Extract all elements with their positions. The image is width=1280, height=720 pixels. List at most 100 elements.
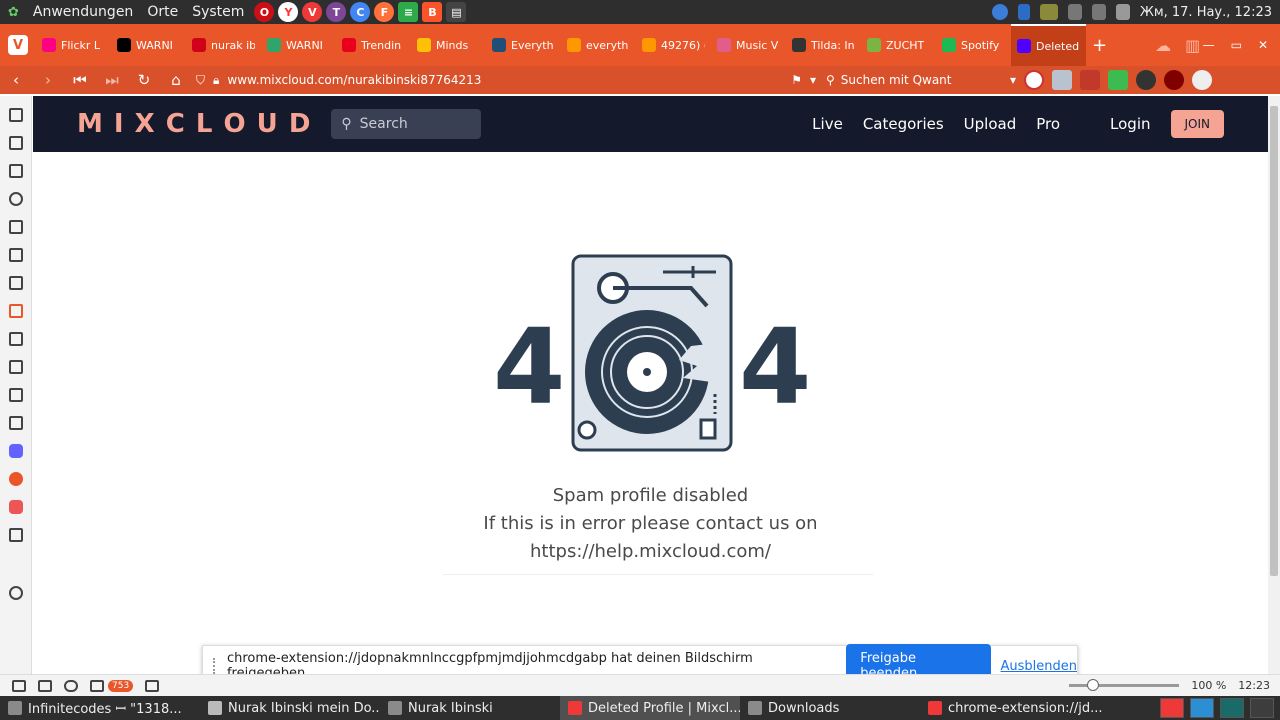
browser-tab[interactable]: Everyth	[486, 24, 561, 66]
extension-ublock-icon[interactable]	[1164, 70, 1184, 90]
firefox-launcher-icon[interactable]: F	[374, 2, 395, 22]
browser-tab[interactable]: Minds	[411, 24, 486, 66]
vivaldi-panel-icon[interactable]	[8, 472, 23, 486]
rewind-icon[interactable]: ⏮	[64, 71, 96, 89]
history-panel-icon[interactable]	[8, 192, 23, 206]
scrollbar-thumb[interactable]	[1270, 106, 1278, 576]
tasks-panel-icon[interactable]	[8, 360, 23, 374]
tor-launcher-icon[interactable]: T	[326, 2, 347, 22]
calendar-status-icon[interactable]	[145, 679, 160, 692]
search-engine-field[interactable]: ⚲ Suchen mit Qwant ▾	[826, 69, 1016, 91]
chrome-launcher-icon[interactable]: C	[350, 2, 371, 22]
nav-live[interactable]: Live	[812, 115, 843, 133]
fastforward-icon[interactable]: ⏭	[96, 71, 128, 89]
shield-icon[interactable]: ⛉	[196, 73, 205, 88]
contacts-panel-icon[interactable]	[8, 416, 23, 430]
url-dropdown-icon[interactable]: ▾	[810, 73, 816, 87]
extension-plane-icon[interactable]	[1052, 70, 1072, 90]
url-text[interactable]: www.mixcloud.com/nurakibinski87764213	[227, 73, 481, 87]
mixcloud-search-input[interactable]: ⚲ Search	[331, 109, 482, 139]
zoom-level[interactable]: 100 %	[1191, 679, 1226, 692]
bluetooth-tray-icon[interactable]	[1017, 4, 1030, 20]
join-button[interactable]: JOIN	[1170, 110, 1224, 138]
lock-icon[interactable]: 🔒︎	[213, 73, 219, 88]
browser-tab[interactable]: Tilda: In	[786, 24, 861, 66]
browser-tab[interactable]: Trendin	[336, 24, 411, 66]
browser-tab[interactable]: WARNI	[261, 24, 336, 66]
extension-green-icon[interactable]	[1108, 70, 1128, 90]
translate-panel-icon[interactable]	[8, 276, 23, 290]
mixcloud-logo[interactable]: M I X C L O U D	[77, 109, 311, 139]
extension-cloud-icon[interactable]	[1192, 70, 1212, 90]
panel-toggle-icon[interactable]	[12, 679, 26, 692]
login-link[interactable]: Login	[1110, 115, 1150, 133]
downloads-panel-icon[interactable]	[8, 164, 23, 178]
maximize-window-icon[interactable]: ▭	[1231, 38, 1242, 52]
add-panel-icon[interactable]	[8, 528, 23, 542]
browser-tab[interactable]: Flickr L	[36, 24, 111, 66]
taskbar-item[interactable]: Infinitecodes ꟷ "1318...	[0, 696, 200, 720]
browser-tab[interactable]: everyth	[561, 24, 636, 66]
nav-pro[interactable]: Pro	[1036, 115, 1060, 133]
drag-handle-icon[interactable]	[213, 658, 219, 674]
mail-status-icon[interactable]	[90, 679, 104, 692]
browser-tab[interactable]: Music V	[711, 24, 786, 66]
zoom-slider[interactable]	[1069, 679, 1180, 691]
search-dropdown-icon[interactable]: ▾	[1010, 73, 1016, 87]
display-tray-icon[interactable]	[1039, 4, 1058, 20]
zoom-slider-knob[interactable]	[1087, 679, 1100, 691]
nav-categories[interactable]: Categories	[863, 115, 944, 133]
cloud-sync-icon[interactable]: ☁	[1155, 36, 1171, 55]
browser-tab[interactable]: ZUCHT	[861, 24, 936, 66]
help-link[interactable]: https://help.mixcloud.com/	[33, 538, 1268, 566]
taskbar-item[interactable]: Deleted Profile | Mixcl...	[560, 696, 740, 720]
tile-tabs-icon[interactable]	[38, 679, 52, 692]
close-window-icon[interactable]: ✕	[1258, 38, 1268, 52]
taskbar-item[interactable]: chrome-extension://jd...	[920, 696, 1110, 720]
url-field[interactable]: ⛉ 🔒︎ www.mixcloud.com/nurakibinski877642…	[196, 69, 816, 91]
browser-tab[interactable]: nurak ib	[186, 24, 261, 66]
window-panel-icon[interactable]	[8, 248, 23, 262]
workspace-1-icon[interactable]	[1160, 698, 1184, 718]
os-logo-icon[interactable]: ✿	[8, 5, 19, 20]
editor-launcher-icon[interactable]: ≡	[398, 2, 419, 22]
vivaldi-menu-icon[interactable]: V	[8, 35, 28, 55]
vivaldi-launcher-icon[interactable]: V	[302, 2, 323, 22]
update-tray-icon[interactable]	[991, 4, 1008, 20]
volume-tray-icon[interactable]	[1067, 4, 1082, 20]
reading-list-icon[interactable]	[8, 136, 23, 150]
home-icon[interactable]: ⌂	[160, 71, 192, 89]
workspace-4-icon[interactable]	[1250, 698, 1274, 718]
feeds-panel-icon[interactable]	[8, 388, 23, 402]
menu-system[interactable]: System	[192, 4, 244, 20]
bookmarks-panel-icon[interactable]	[8, 108, 23, 122]
taskbar-item[interactable]: Nurak Ibinski mein Do...	[200, 696, 380, 720]
hide-notice-link[interactable]: Ausblenden	[1001, 659, 1078, 674]
browser-tab[interactable]: Deleted	[1011, 24, 1086, 66]
clipboard-tray-icon[interactable]	[1115, 4, 1130, 20]
sync-status-icon[interactable]	[64, 679, 78, 692]
extension-h-icon[interactable]	[1024, 70, 1044, 90]
network-tray-icon[interactable]	[1091, 4, 1106, 20]
web-panel-icon[interactable]	[8, 500, 23, 514]
system-clock[interactable]: Жм, 17. Нау., 12:23	[1140, 5, 1272, 20]
monitor-launcher-icon[interactable]: ▤	[446, 2, 467, 22]
bookmark-icon[interactable]: ⚑	[791, 73, 802, 87]
browser-tab[interactable]: WARNI	[111, 24, 186, 66]
menu-places[interactable]: Orte	[147, 4, 178, 20]
extension-w-icon[interactable]	[1136, 70, 1156, 90]
taskbar-item[interactable]: Downloads	[740, 696, 920, 720]
browser-tab[interactable]: 49276) (	[636, 24, 711, 66]
extension-counter-icon[interactable]	[1080, 70, 1100, 90]
menu-applications[interactable]: Anwendungen	[33, 4, 133, 20]
calendar-panel-icon[interactable]	[8, 332, 23, 346]
taskbar-item[interactable]: Nurak Ibinski	[380, 696, 560, 720]
opera-launcher-icon[interactable]: O	[254, 2, 275, 22]
back-icon[interactable]: ‹	[0, 71, 32, 89]
settings-panel-icon[interactable]	[8, 586, 23, 600]
forward-icon[interactable]: ›	[32, 71, 64, 89]
page-scrollbar[interactable]	[1268, 96, 1280, 674]
workspace-2-icon[interactable]	[1190, 698, 1214, 718]
notes-panel-icon[interactable]	[8, 220, 23, 234]
yandex-launcher-icon[interactable]: Y	[278, 2, 299, 22]
